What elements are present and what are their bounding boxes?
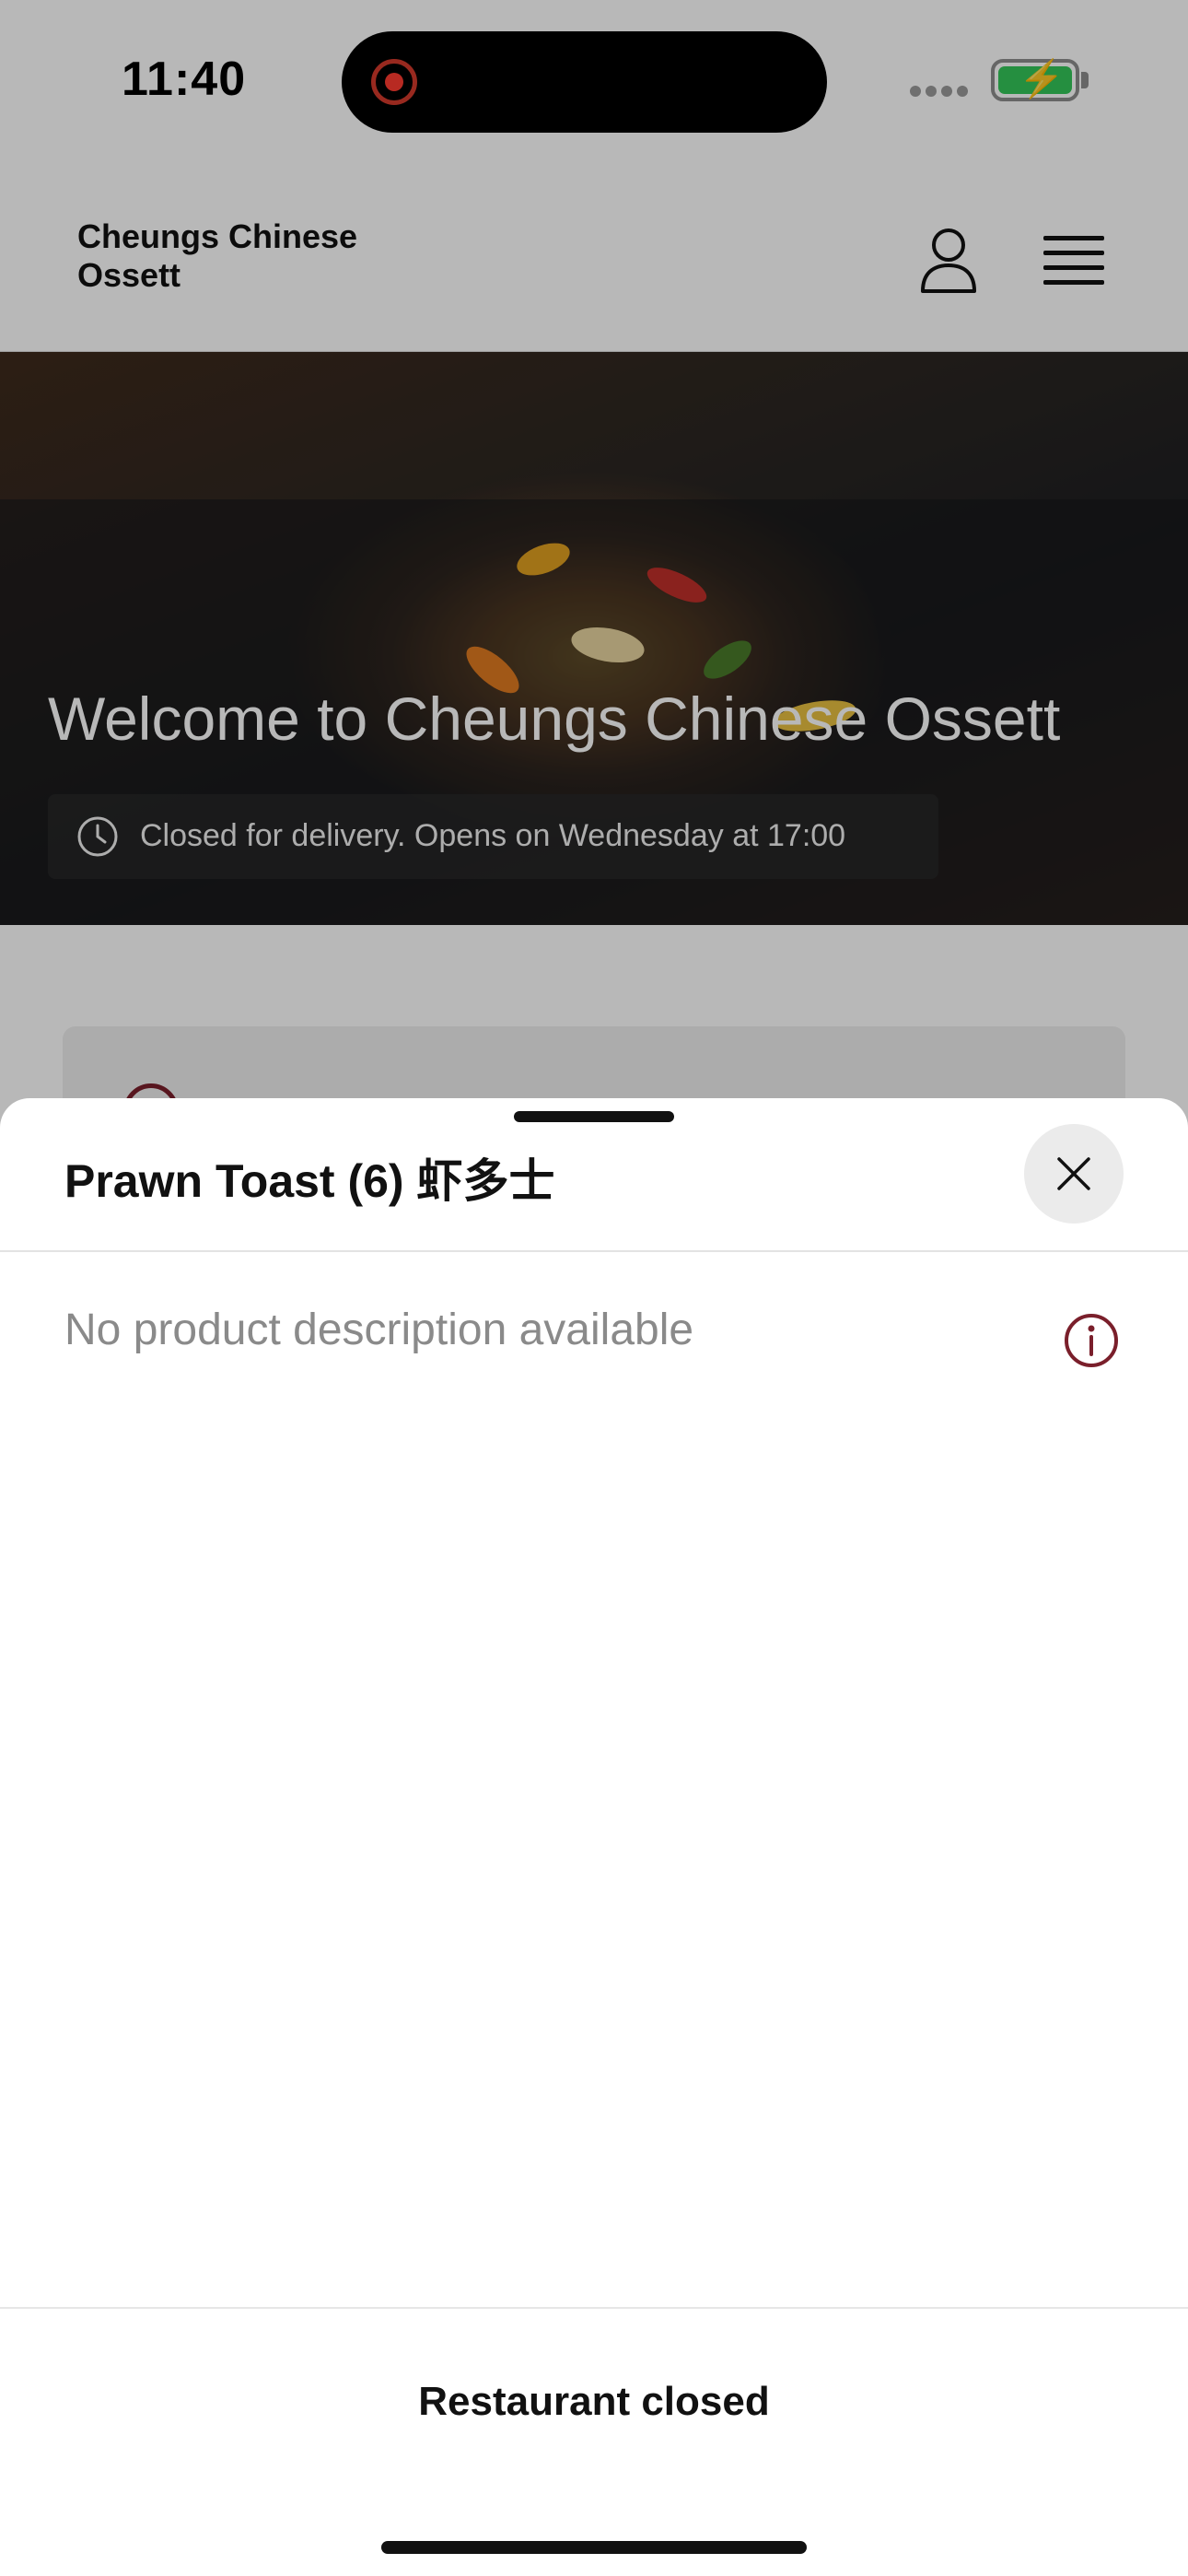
product-description: No product description available (64, 1306, 694, 1354)
info-icon[interactable] (1064, 1313, 1119, 1368)
home-indicator[interactable] (381, 2541, 807, 2554)
product-title: Prawn Toast (6) 虾多士 (64, 1155, 555, 1207)
sheet-footer: Restaurant closed (0, 2307, 1188, 2576)
product-detail-sheet: Prawn Toast (6) 虾多士 No product descripti… (0, 1098, 1188, 2576)
divider (0, 1250, 1188, 1252)
close-button[interactable] (1024, 1124, 1124, 1224)
sheet-grabber[interactable] (514, 1111, 674, 1122)
restaurant-closed-label: Restaurant closed (418, 2379, 770, 2424)
close-icon (1057, 1157, 1090, 1190)
